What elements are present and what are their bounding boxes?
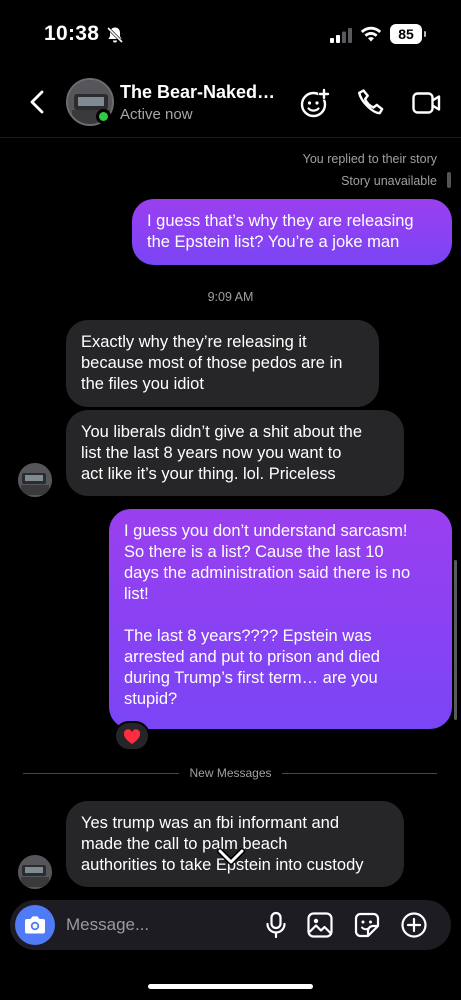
message-text: Exactly why they’re releasing it because… <box>81 333 343 393</box>
mute-bell-icon <box>106 26 124 44</box>
avatar-image <box>18 855 52 889</box>
signal-icon <box>330 28 352 43</box>
status-bar: 10:38 85 <box>0 0 461 66</box>
status-time: 10:38 <box>44 22 100 45</box>
message-text: I guess that’s why they are releasing th… <box>147 212 414 251</box>
back-chevron-icon[interactable] <box>24 88 52 116</box>
story-reply-label: You replied to their story <box>302 152 437 166</box>
chat-scrollbar[interactable] <box>454 560 457 720</box>
avatar-image <box>18 463 52 497</box>
chevron-down-icon[interactable] <box>212 838 250 876</box>
story-unavailable-label[interactable]: Story unavailable <box>341 174 437 188</box>
new-messages-text: New Messages <box>179 766 282 780</box>
gallery-icon[interactable] <box>305 910 335 940</box>
microphone-icon[interactable] <box>261 910 291 940</box>
battery-indicator: 85 <box>390 24 426 44</box>
sticker-icon[interactable] <box>352 910 382 940</box>
story-scroll-indicator <box>447 172 451 188</box>
message-text: You liberals didn’t give a shit about th… <box>81 423 362 483</box>
camera-button[interactable] <box>15 905 55 945</box>
heart-icon <box>123 729 141 744</box>
video-camera-icon[interactable] <box>410 87 442 119</box>
wifi-icon <box>360 26 382 42</box>
add-effect-icon[interactable] <box>299 87 331 119</box>
message-input[interactable] <box>66 900 256 950</box>
message-bubble-sent[interactable]: I guess that’s why they are releasing th… <box>132 199 452 265</box>
camera-icon <box>25 916 45 934</box>
contact-status: Active now <box>120 106 193 123</box>
plus-circle-icon[interactable] <box>399 910 429 940</box>
timestamp: 9:09 AM <box>207 290 254 304</box>
message-bubble-received[interactable]: Exactly why they’re releasing it because… <box>66 320 379 407</box>
chat-header: The Bear-Naked… Active now <box>0 66 461 138</box>
home-indicator[interactable] <box>148 984 313 989</box>
message-text: I guess you don’t understand sarcasm! So… <box>124 522 411 708</box>
heart-reaction[interactable] <box>114 721 150 751</box>
sender-avatar[interactable] <box>18 463 52 497</box>
message-bubble-sent[interactable]: I guess you don’t understand sarcasm! So… <box>109 509 452 729</box>
message-composer <box>10 900 451 950</box>
sender-avatar[interactable] <box>18 855 52 889</box>
online-indicator <box>96 109 111 124</box>
phone-icon[interactable] <box>355 87 387 119</box>
new-messages-label: New Messages <box>0 766 461 780</box>
contact-name[interactable]: The Bear-Naked… <box>120 82 275 103</box>
message-bubble-received[interactable]: You liberals didn’t give a shit about th… <box>66 410 404 496</box>
